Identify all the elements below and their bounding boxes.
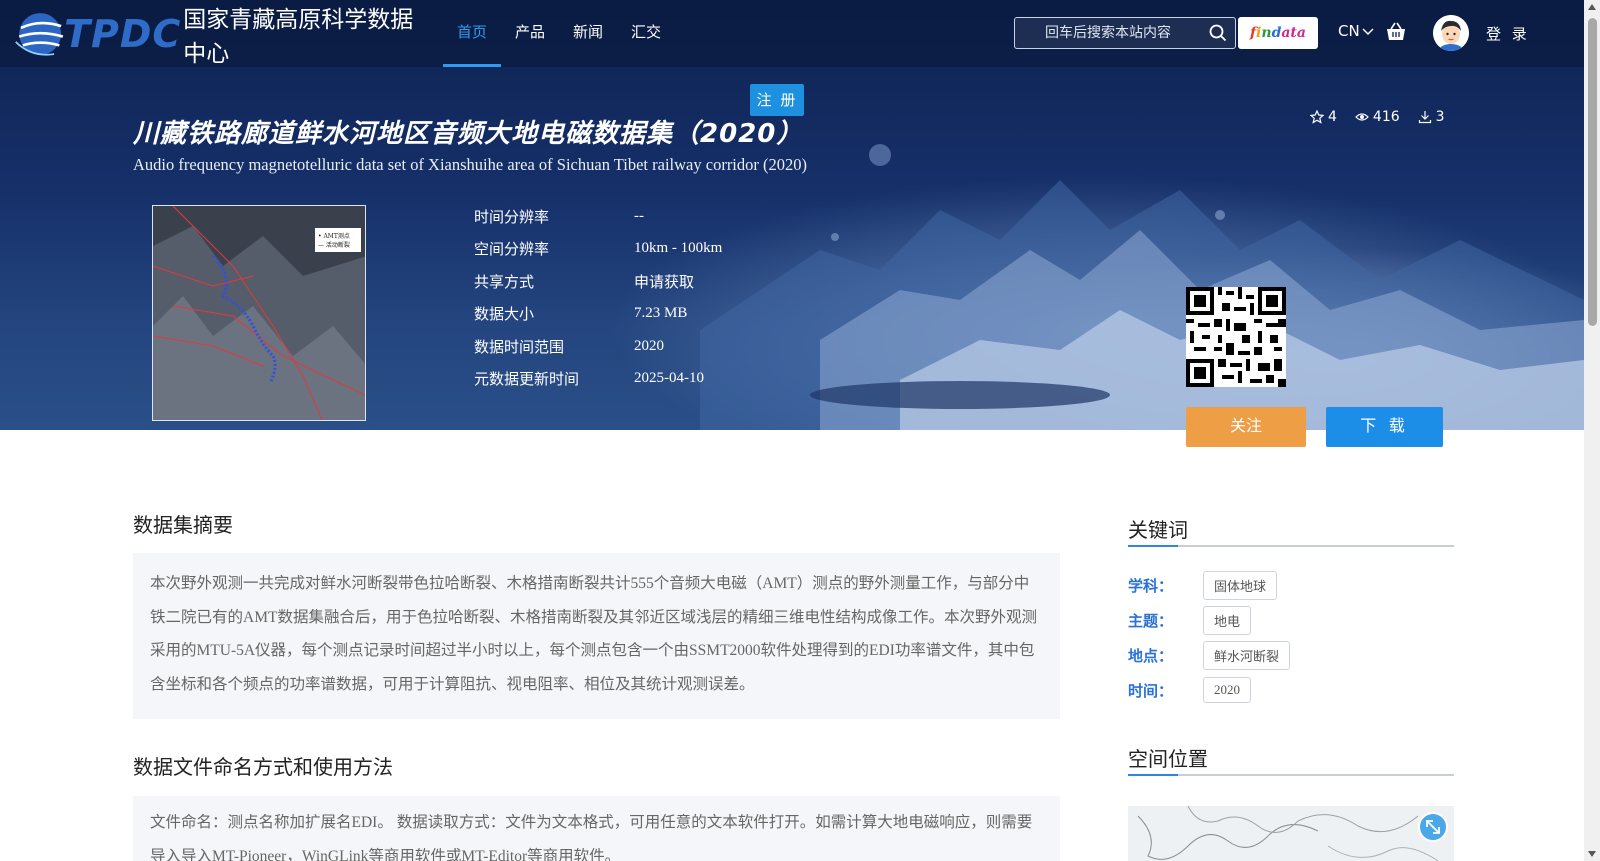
- keyword-label: 主题：: [1128, 612, 1174, 630]
- dataset-stats: 4 416 3: [1310, 109, 1445, 125]
- legend-amt: • AMT测点: [318, 232, 350, 240]
- logo-latin-text: TPDC: [64, 12, 182, 56]
- keywords-title: 关键词: [1128, 518, 1188, 542]
- user-face-icon: [1433, 15, 1469, 51]
- keyword-label: 地点：: [1128, 647, 1174, 665]
- qr-code: [1186, 287, 1286, 387]
- download-button[interactable]: 下 载: [1326, 407, 1443, 447]
- keyword-tag[interactable]: 地电: [1203, 606, 1252, 635]
- info-row: 元数据更新时间 2025-04-10: [474, 363, 722, 396]
- info-label: 共享方式: [474, 272, 535, 291]
- keyword-label: 学科：: [1128, 577, 1174, 595]
- info-row: 空间分辨率 10km - 100km: [474, 233, 722, 266]
- findata-letters-ata: ata: [1281, 25, 1306, 41]
- map-expand-button[interactable]: [1418, 812, 1448, 842]
- nav-submit[interactable]: 汇交: [617, 0, 675, 67]
- info-row: 数据大小 7.23 MB: [474, 298, 722, 331]
- info-row: 数据时间范围 2020: [474, 330, 722, 363]
- star-icon: [1310, 110, 1324, 124]
- info-row: 时间分辨率 --: [474, 200, 722, 233]
- follow-button[interactable]: 关注: [1186, 407, 1306, 447]
- location-divider: [1128, 774, 1454, 776]
- page-scrollbar[interactable]: [1584, 0, 1600, 861]
- views-stat: 416: [1355, 109, 1400, 125]
- hero-banner: TPDC 国家青藏高原科学数据中心 首页 产品 新闻 汇交 findata: [0, 0, 1584, 430]
- info-label: 数据时间范围: [474, 337, 565, 356]
- summary-box: 本次野外观测一共完成对鲜水河断裂带色拉哈断裂、木格措南断裂共计555个音频大电磁…: [133, 553, 1060, 719]
- nav-products[interactable]: 产品: [501, 0, 559, 67]
- info-label: 空间分辨率: [474, 240, 550, 259]
- dataset-info-list: 时间分辨率 -- 空间分辨率 10km - 100km 共享方式 申请获取 数据…: [474, 200, 722, 395]
- site-search: [1014, 17, 1236, 49]
- keyword-row: 地点： 鲜水河断裂: [1128, 641, 1291, 670]
- stars-stat[interactable]: 4: [1310, 109, 1337, 125]
- keyword-tag[interactable]: 鲜水河断裂: [1203, 641, 1291, 670]
- shopping-basket-icon[interactable]: [1385, 21, 1407, 43]
- stars-count: 4: [1328, 109, 1337, 125]
- download-icon: [1418, 111, 1431, 124]
- map-boundaries: [1137, 806, 1439, 861]
- keyword-row: 学科： 固体地球: [1128, 571, 1278, 600]
- nav-news[interactable]: 新闻: [559, 0, 617, 67]
- info-label: 数据大小: [474, 305, 535, 324]
- main-nav: 首页 产品 新闻 汇交: [443, 0, 675, 67]
- findata-letter-d: d: [1271, 25, 1282, 41]
- info-value: --: [634, 207, 644, 224]
- info-label: 时间分辨率: [474, 207, 550, 226]
- keywords-divider: [1128, 545, 1454, 547]
- downloads-count: 3: [1435, 109, 1445, 125]
- site-logo[interactable]: TPDC 国家青藏高原科学数据中心: [14, 2, 424, 67]
- logo-site-name: 国家青藏高原科学数据中心: [183, 7, 414, 67]
- search-input[interactable]: [1015, 25, 1195, 41]
- register-button[interactable]: 注 册: [750, 84, 804, 116]
- views-count: 416: [1372, 109, 1400, 125]
- scrollbar-thumb[interactable]: [1588, 18, 1597, 326]
- chevron-down-icon: [1362, 28, 1374, 36]
- top-navigation-bar: TPDC 国家青藏高原科学数据中心 首页 产品 新闻 汇交 findata: [0, 0, 1584, 67]
- naming-box: 文件命名：测点名称加扩展名EDI。 数据读取方式：文件为文本格式，可用任意的文本…: [133, 796, 1060, 861]
- info-value: 7.23 MB: [634, 305, 688, 322]
- keyword-tag[interactable]: 2020: [1203, 677, 1251, 703]
- info-value: 2025-04-10: [634, 370, 704, 387]
- page: TPDC 国家青藏高原科学数据中心 首页 产品 新闻 汇交 findata: [0, 0, 1600, 861]
- scroll-down-arrow-icon[interactable]: [1588, 851, 1596, 857]
- nav-home[interactable]: 首页: [443, 0, 502, 67]
- legend-fault: — 活动断裂: [318, 241, 350, 249]
- login-link[interactable]: 登 录: [1486, 23, 1530, 44]
- info-value: 申请获取: [634, 274, 695, 291]
- info-row: 共享方式 申请获取: [474, 265, 722, 298]
- globe-logo-icon: [15, 13, 64, 56]
- thumbnail-map-image: • AMT测点 — 活动断裂: [153, 206, 365, 420]
- language-switcher[interactable]: CN: [1338, 22, 1374, 40]
- findata-letter-n: n: [1261, 25, 1272, 41]
- naming-text: 文件命名：测点名称加扩展名EDI。 数据读取方式：文件为文本格式，可用任意的文本…: [150, 814, 1033, 861]
- summary-text: 本次野外观测一共完成对鲜水河断裂带色拉哈断裂、木格措南断裂共计555个音频大电磁…: [150, 575, 1037, 693]
- keyword-label: 时间：: [1128, 681, 1174, 700]
- keyword-row: 时间： 2020: [1128, 677, 1251, 703]
- keyword-tag[interactable]: 固体地球: [1203, 571, 1278, 600]
- dataset-title-en: Audio frequency magnetotelluric data set…: [133, 155, 808, 174]
- expand-icon: [1426, 820, 1440, 834]
- dataset-title-cn: 川藏铁路廊道鲜水河地区音频大地电磁数据集（2020）: [133, 119, 804, 149]
- info-label: 元数据更新时间: [474, 370, 580, 389]
- qr-code-icon: [1186, 287, 1286, 387]
- summary-title: 数据集摘要: [133, 513, 233, 537]
- eye-icon: [1355, 113, 1369, 121]
- location-map[interactable]: [1128, 806, 1454, 861]
- findata-link[interactable]: f i n d ata: [1238, 17, 1318, 49]
- user-avatar[interactable]: [1433, 15, 1469, 51]
- naming-title: 数据文件命名方式和使用方法: [133, 755, 393, 779]
- location-title: 空间位置: [1128, 747, 1208, 771]
- info-value: 10km - 100km: [634, 240, 723, 257]
- keyword-row: 主题： 地电: [1128, 606, 1252, 635]
- language-label: CN: [1338, 22, 1360, 40]
- search-icon[interactable]: [1209, 24, 1227, 42]
- scroll-up-arrow-icon[interactable]: [1588, 4, 1596, 10]
- info-value: 2020: [634, 337, 664, 354]
- downloads-stat: 3: [1418, 109, 1445, 125]
- dataset-thumbnail[interactable]: • AMT测点 — 活动断裂: [152, 205, 366, 421]
